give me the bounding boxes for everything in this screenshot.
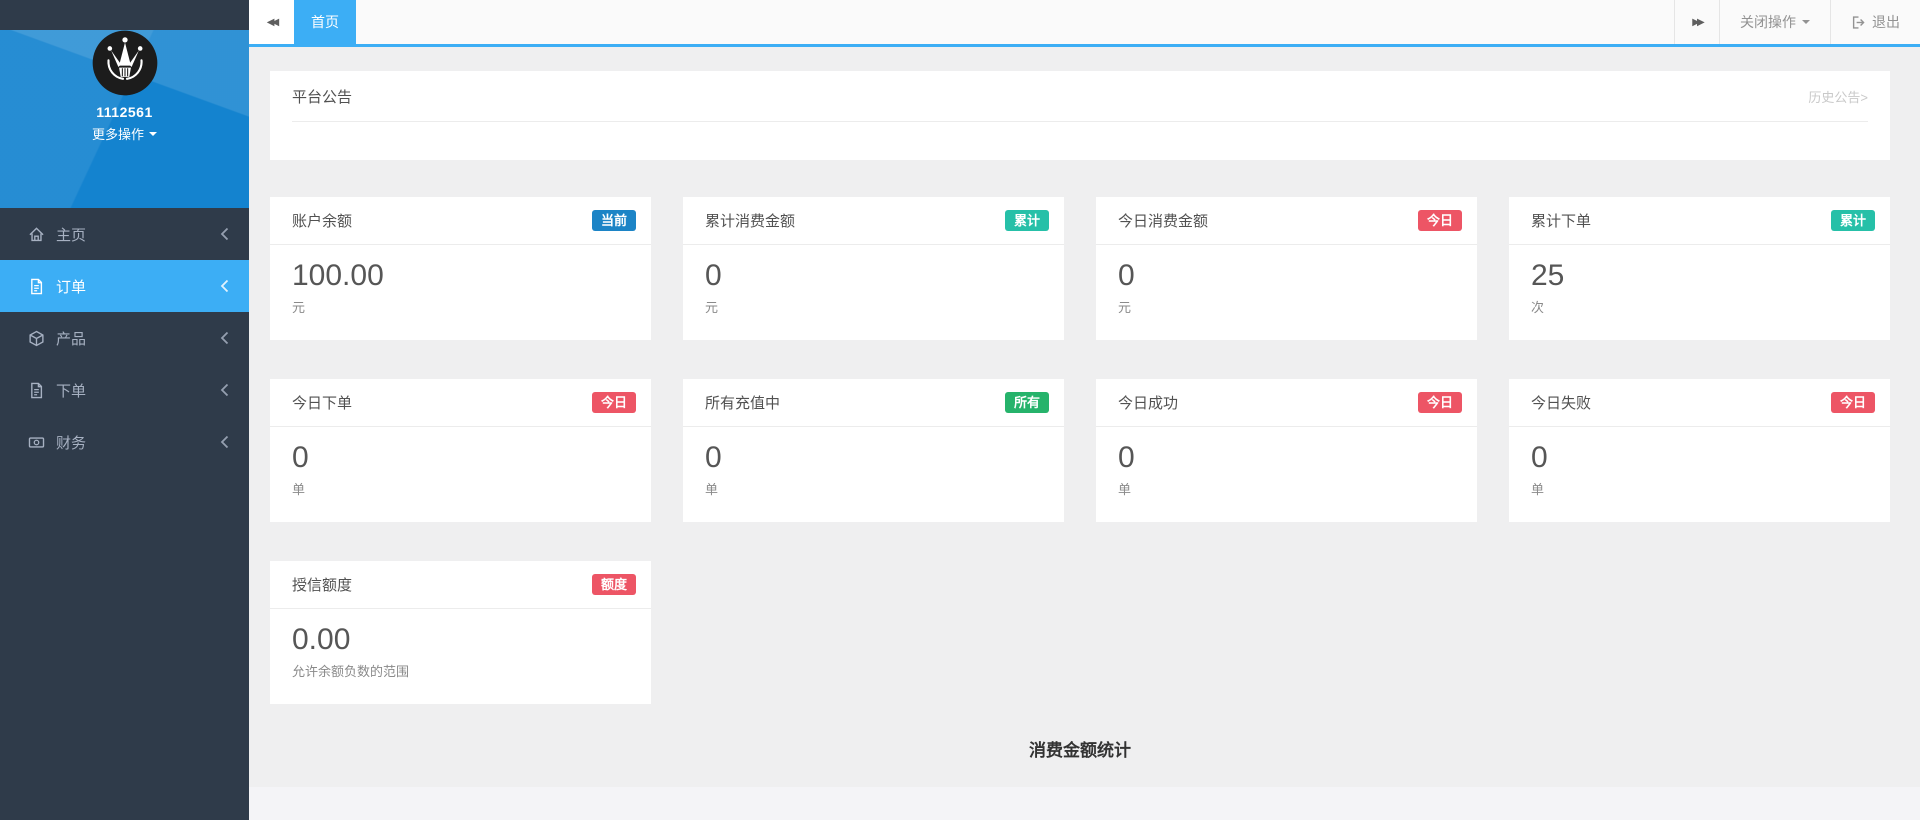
logout-button[interactable]: 退出 [1830, 0, 1920, 44]
stat-card-label: 今日失败 [1531, 395, 1592, 412]
tabbar-empty-space [356, 0, 1674, 44]
stat-card-label: 累计下单 [1531, 213, 1592, 230]
more-actions-label: 更多操作 [91, 127, 144, 142]
sidebar: 1112561 更多操作 主页 订单 产品 下单 财务 [0, 0, 249, 820]
chart-section-title: 消费金额统计 [1029, 741, 1131, 760]
stat-card-today-failed: 今日失败 今日 0 单 [1509, 379, 1890, 522]
sidebar-item-products[interactable]: 产品 [0, 312, 249, 364]
status-badge: 今日 [1417, 209, 1462, 232]
stats-grid: 账户余额 当前 100.00 元 累计消费金额 累计 0 元 今日消费金额 今日… [270, 197, 1890, 704]
status-badge: 累计 [1830, 209, 1875, 232]
close-actions-label: 关闭操作 [1740, 14, 1796, 30]
collapse-tabs-right-button[interactable]: ▶▶ [1674, 0, 1719, 44]
chart-area [249, 787, 1920, 820]
status-badge: 今日 [1417, 391, 1462, 414]
close-actions-dropdown[interactable]: 关闭操作 [1719, 0, 1830, 44]
stat-card-label: 授信额度 [292, 577, 353, 594]
stat-card-total-consumption: 累计消费金额 累计 0 元 [683, 197, 1064, 340]
tab-home[interactable]: 首页 [294, 0, 356, 44]
stat-card-unit: 允许余额负数的范围 [292, 664, 410, 679]
caret-down-icon [1802, 20, 1810, 24]
main-content: 平台公告 历史公告> 账户余额 当前 100.00 元 累计消费金额 累计 0 … [249, 47, 1920, 820]
stat-card-today-success: 今日成功 今日 0 单 [1096, 379, 1477, 522]
announcement-panel: 平台公告 历史公告> [270, 71, 1890, 160]
stat-card-unit: 单 [1118, 482, 1132, 497]
stat-card-label: 所有充值中 [705, 395, 781, 412]
stat-card-unit: 单 [1531, 482, 1545, 497]
topbar: ◀◀ 首页 ▶▶ 关闭操作 退出 [249, 0, 1920, 47]
stat-card-label: 今日消费金额 [1118, 213, 1209, 230]
stat-card-total-orders: 累计下单 累计 25 次 [1509, 197, 1890, 340]
stat-card-value: 0 [1531, 441, 1548, 474]
announcement-history-link[interactable]: 历史公告> [1808, 87, 1868, 106]
stat-card-unit: 元 [705, 300, 719, 315]
chevron-left-icon [220, 435, 229, 449]
sidebar-menu: 主页 订单 产品 下单 财务 [0, 208, 249, 468]
status-badge: 今日 [1830, 391, 1875, 414]
double-chevron-right-icon: ▶▶ [1692, 16, 1705, 28]
double-chevron-left-icon: ◀◀ [266, 16, 280, 28]
stat-card-value: 0 [1118, 259, 1135, 292]
sign-out-icon [1852, 15, 1865, 29]
stat-card-label: 今日下单 [292, 395, 353, 412]
status-badge: 额度 [591, 573, 636, 596]
tab-home-label: 首页 [311, 14, 339, 30]
sidebar-item-finance[interactable]: 财务 [0, 416, 249, 468]
stat-card-value: 0 [705, 441, 722, 474]
sidebar-item-orders[interactable]: 订单 [0, 260, 249, 312]
stat-card-credit-limit: 授信额度 额度 0.00 允许余额负数的范围 [270, 561, 651, 704]
sidebar-username: 1112561 [96, 104, 153, 120]
logout-label: 退出 [1872, 14, 1900, 30]
sidebar-item-home[interactable]: 主页 [0, 208, 249, 260]
stat-card-unit: 单 [705, 482, 719, 497]
stat-card-value: 0 [705, 259, 722, 292]
caret-down-icon [149, 131, 157, 136]
chevron-left-icon [220, 279, 229, 293]
stat-card-label: 今日成功 [1118, 395, 1179, 412]
cube-icon [28, 330, 45, 347]
stat-card-value: 0 [292, 441, 309, 474]
money-icon [28, 434, 45, 451]
stat-card-account-balance: 账户余额 当前 100.00 元 [270, 197, 651, 340]
stat-card-value: 0.00 [292, 623, 351, 656]
status-badge: 所有 [1004, 391, 1049, 414]
sidebar-item-place-order[interactable]: 下单 [0, 364, 249, 416]
file-text-icon [28, 382, 45, 399]
stat-card-unit: 元 [292, 300, 306, 315]
stat-card-value: 100.00 [292, 259, 384, 292]
avatar[interactable] [92, 30, 158, 96]
status-badge: 今日 [591, 391, 636, 414]
chevron-left-icon [220, 383, 229, 397]
collapse-tabs-left-button[interactable]: ◀◀ [249, 0, 294, 44]
stat-card-all-recharging: 所有充值中 所有 0 单 [683, 379, 1064, 522]
chevron-left-icon [220, 331, 229, 345]
stat-card-unit: 次 [1531, 300, 1545, 315]
home-icon [28, 226, 45, 243]
status-badge: 当前 [591, 209, 636, 232]
topbar-right-controls: ▶▶ 关闭操作 退出 [1674, 0, 1920, 44]
more-actions-dropdown[interactable]: 更多操作 [92, 124, 157, 143]
status-badge: 累计 [1004, 209, 1049, 232]
stat-card-unit: 元 [1118, 300, 1132, 315]
sidebar-header: 1112561 更多操作 [0, 30, 249, 208]
stat-card-today-consumption: 今日消费金额 今日 0 元 [1096, 197, 1477, 340]
stat-card-unit: 单 [292, 482, 306, 497]
stat-card-value: 0 [1118, 441, 1135, 474]
file-icon [28, 278, 45, 295]
stat-card-label: 累计消费金额 [705, 213, 796, 230]
stat-card-value: 25 [1531, 259, 1565, 292]
announcement-title: 平台公告 [292, 88, 353, 106]
chevron-left-icon [220, 227, 229, 241]
stat-card-label: 账户余额 [292, 213, 353, 230]
stat-card-today-orders: 今日下单 今日 0 单 [270, 379, 651, 522]
